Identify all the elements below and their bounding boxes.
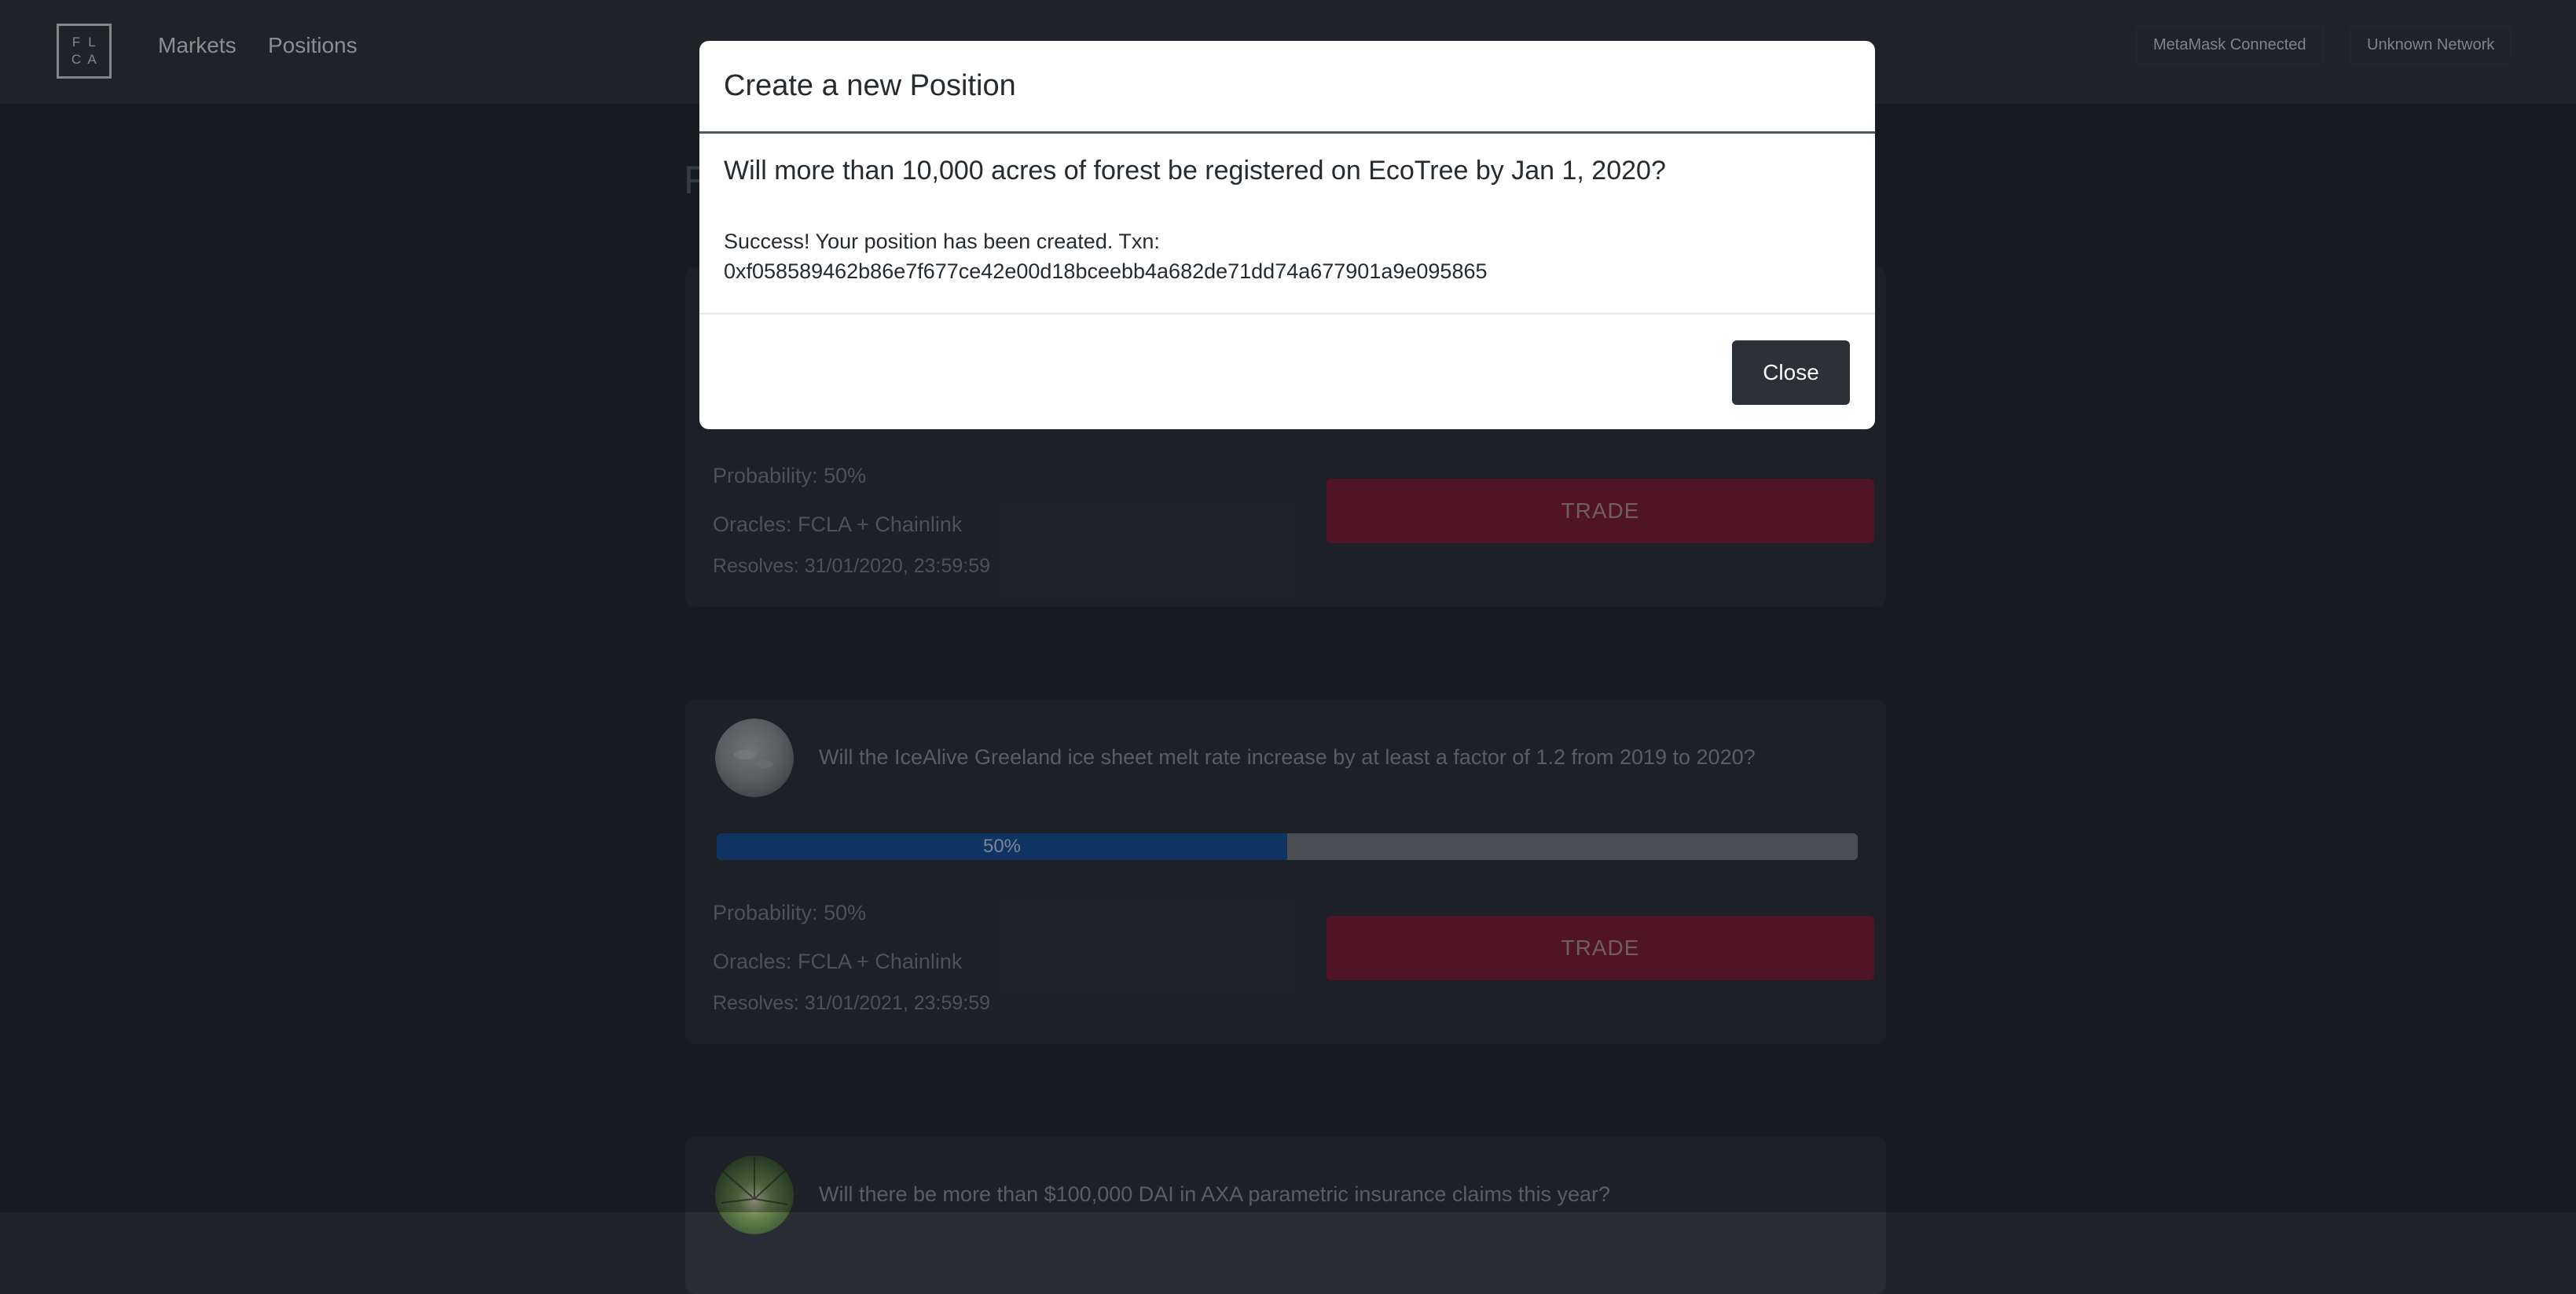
success-message: Success! Your position has been created.… [724,226,1488,286]
create-position-modal: Create a new Position Will more than 10,… [699,41,1875,429]
modal-question: Will more than 10,000 acres of forest be… [724,156,1666,186]
modal-header: Create a new Position [699,41,1875,134]
success-text: Success! Your position has been created.… [724,230,1160,253]
close-button[interactable]: Close [1732,340,1850,405]
modal-footer-divider [699,313,1875,314]
modal-title: Create a new Position [724,69,1016,102]
transaction-hash: 0xf058589462b86e7f677ce42e00d18bceebb4a6… [724,259,1488,283]
